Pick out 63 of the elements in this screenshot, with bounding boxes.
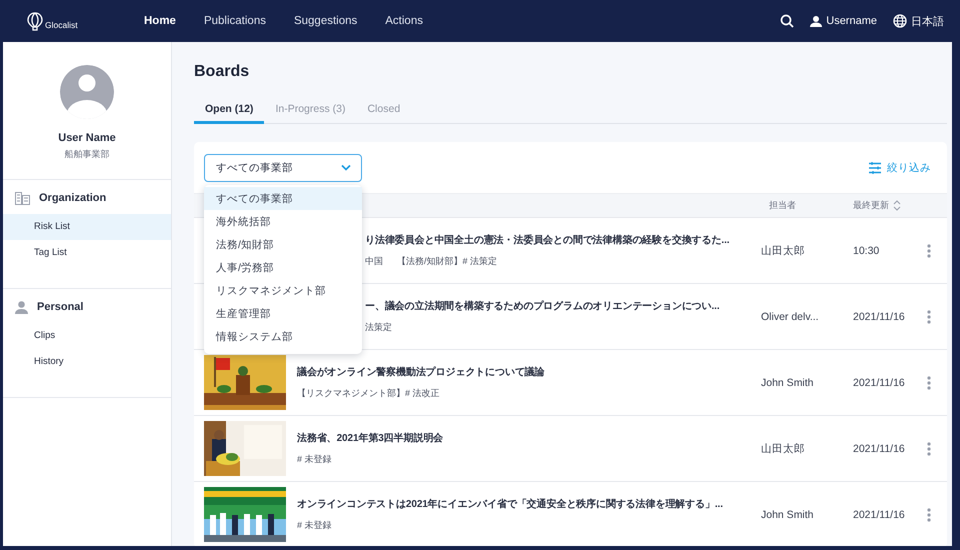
assignee: John Smith	[760, 376, 815, 388]
dropdown-option[interactable]: 法務/知財部	[204, 233, 362, 256]
sidebar-item[interactable]: Tag List	[3, 240, 171, 266]
assignee: 山田太郎	[760, 244, 806, 258]
section-title: Personal	[37, 301, 84, 313]
balloon-logo-icon	[26, 10, 44, 32]
updated-time: 2021/11/16	[852, 376, 906, 388]
language-selector[interactable]: 日本語	[893, 14, 944, 28]
sidebar-item[interactable]: Clips	[3, 323, 171, 349]
assignee: 山田太郎	[760, 442, 806, 456]
tag-label: 【リスクマネジメント部】# 法改正	[297, 387, 440, 400]
chevron-down-icon	[341, 164, 351, 171]
page-title: Boards	[194, 62, 250, 82]
dropdown-option[interactable]: リスクマネジメント部	[204, 279, 362, 302]
dropdown-option[interactable]: 海外統括部	[204, 210, 362, 233]
assignee: Oliver delv...	[760, 310, 820, 322]
user-name: User Name	[58, 132, 116, 144]
board-title[interactable]: 議会がオンライン警察機動法プロジェクトについて議論	[297, 365, 755, 379]
tag-label: 法策定	[365, 321, 392, 334]
dropdown-option[interactable]: 生産管理部	[204, 302, 362, 325]
avatar-icon	[59, 64, 115, 120]
sort-icon[interactable]	[893, 200, 901, 211]
globe-icon	[893, 14, 907, 28]
nav-link[interactable]: Home	[130, 15, 190, 27]
updated-time: 10:30	[852, 244, 880, 256]
nav-link[interactable]: Actions	[371, 15, 437, 27]
more-icon[interactable]	[927, 310, 931, 324]
filter-icon	[869, 162, 881, 174]
sidebar-item[interactable]: Risk List	[3, 214, 171, 240]
nav-link[interactable]: Suggestions	[280, 15, 372, 27]
tag-label: # 未登録	[297, 453, 332, 466]
user-department: 船舶事業部	[64, 148, 110, 161]
more-icon[interactable]	[927, 508, 931, 522]
tag-label: 中国	[365, 255, 383, 268]
updated-time: 2021/11/16	[852, 310, 906, 322]
logo-text: Glocalist	[45, 20, 78, 30]
user-icon	[810, 15, 822, 27]
updated-time: 2021/11/16	[852, 442, 906, 454]
column-header: 担当者	[769, 199, 796, 212]
more-icon[interactable]	[927, 244, 931, 258]
column-header: 最終更新	[853, 199, 889, 212]
tag-label: 【法務/知財部】# 法策定	[397, 255, 498, 268]
board-title[interactable]: 法務省、2021年第3四半期説明会	[297, 431, 755, 445]
board-title[interactable]: り法律委員会と中国全土の憲法・法委員会との間で法律構築の経験を交換するた...	[365, 233, 755, 247]
tag-label: # 未登録	[297, 519, 332, 532]
tab[interactable]: Open (12)	[194, 96, 264, 124]
department-dropdown[interactable]: すべての事業部	[204, 154, 362, 182]
updated-time: 2021/11/16	[852, 508, 906, 520]
sidebar-item[interactable]: History	[3, 349, 171, 375]
user-menu[interactable]: Username	[810, 15, 877, 27]
more-icon[interactable]	[927, 376, 931, 390]
dropdown-option[interactable]: 人事/労務部	[204, 256, 362, 279]
search-icon[interactable]	[780, 14, 794, 28]
building-icon	[15, 192, 30, 204]
nav-link[interactable]: Publications	[190, 15, 280, 27]
section-title: Organization	[39, 192, 106, 204]
more-icon[interactable]	[927, 442, 931, 456]
dropdown-option[interactable]: すべての事業部	[204, 187, 362, 210]
board-title[interactable]: ー、議会の立法期間を構築するためのプログラムのオリエンテーションについ...	[365, 299, 755, 313]
assignee: John Smith	[760, 508, 815, 520]
dropdown-option[interactable]: 情報システム部	[204, 325, 362, 348]
board-title[interactable]: オンラインコンテストは2021年にイエンバイ省で「交通安全と秩序に関する法律を理解する」...	[297, 497, 755, 511]
person-icon	[15, 300, 28, 314]
